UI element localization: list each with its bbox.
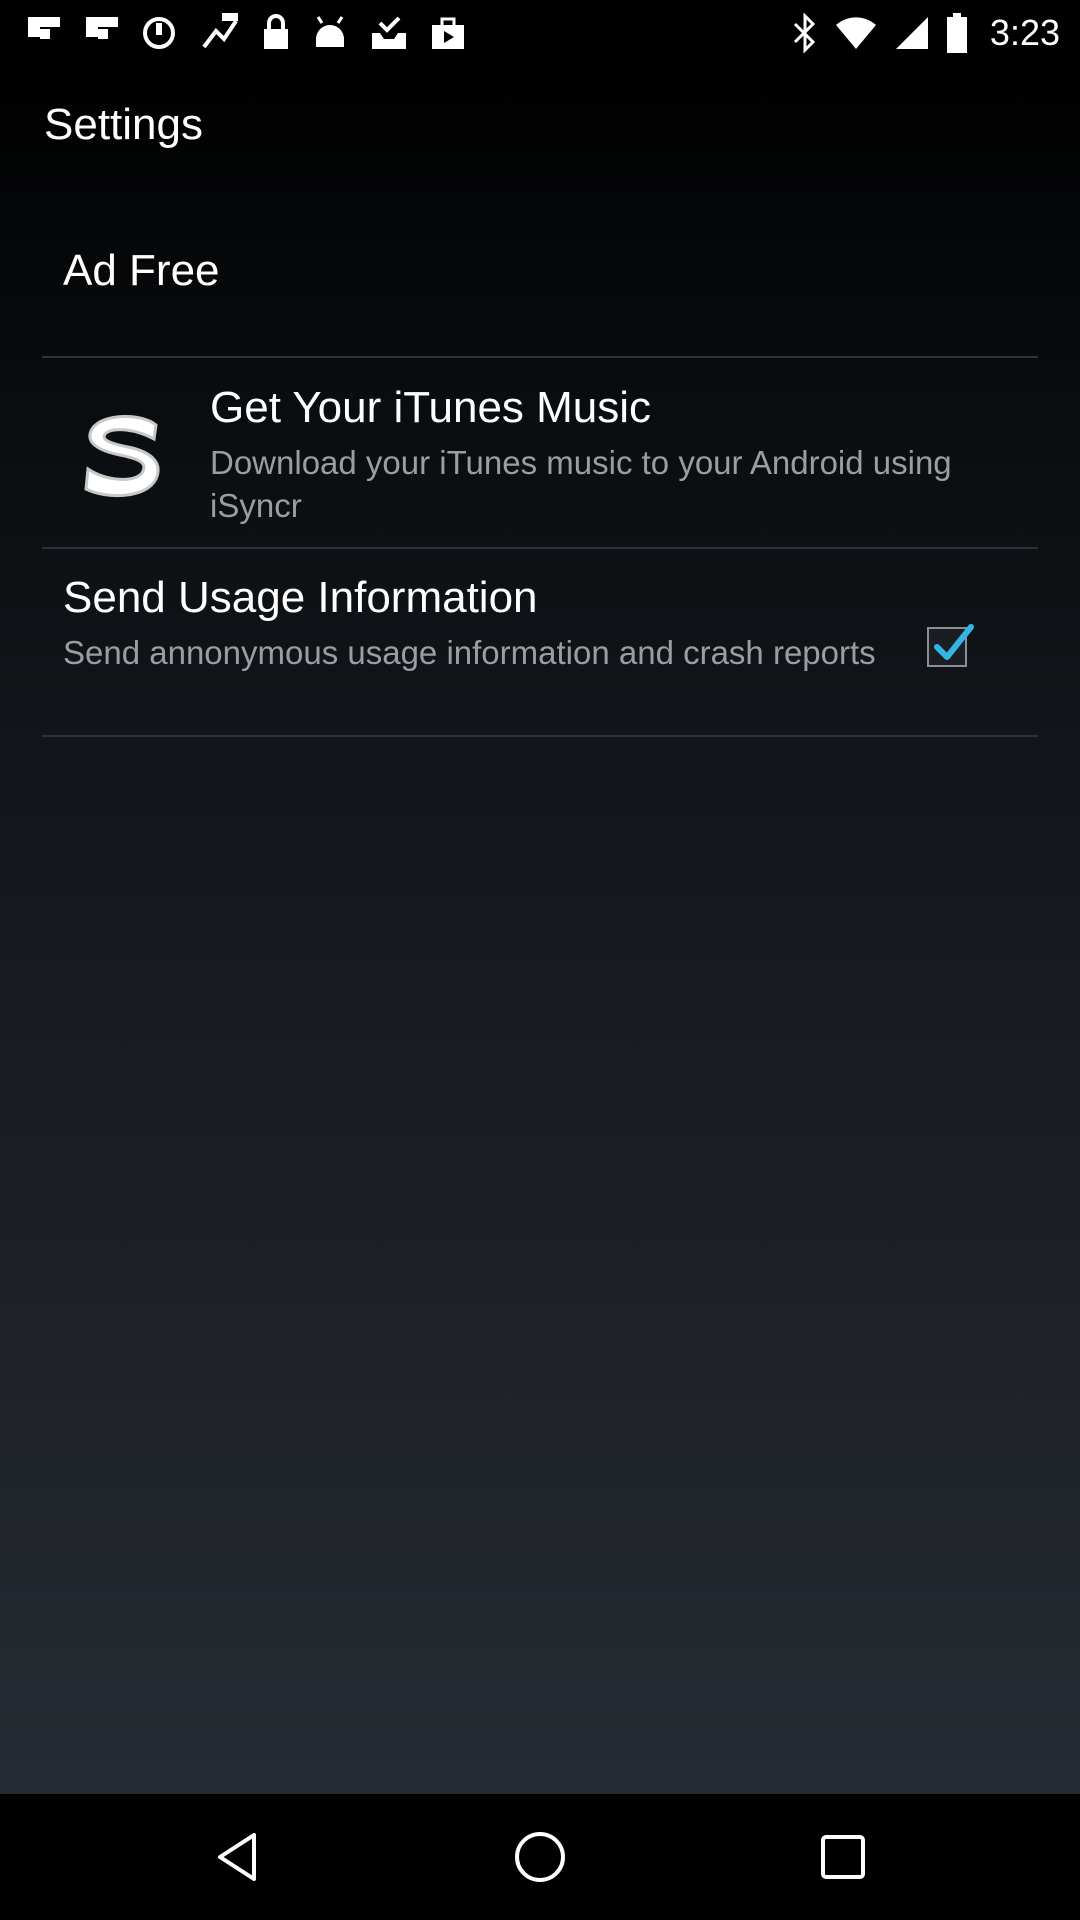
ad-free-item[interactable]: Ad Free	[63, 246, 220, 296]
divider	[42, 356, 1038, 358]
usage-checkbox[interactable]	[927, 624, 974, 667]
notification-icons	[24, 12, 468, 54]
home-button[interactable]	[505, 1824, 575, 1890]
navigation-bar	[0, 1794, 1080, 1920]
recents-button[interactable]	[808, 1824, 878, 1890]
status-bar: 3:23	[0, 0, 1080, 66]
isyncr-logo-icon	[72, 403, 172, 503]
shopping-bag-icon	[428, 13, 468, 53]
sync-icon	[140, 14, 178, 52]
fake-gps-icon	[196, 11, 242, 55]
inbox-check-icon	[368, 13, 410, 53]
wifi-icon	[834, 15, 878, 51]
signal-icon	[894, 15, 930, 51]
lock-icon	[260, 13, 292, 53]
itunes-subtitle: Download your iTunes music to your Andro…	[210, 444, 952, 524]
divider	[42, 735, 1038, 737]
usage-subtitle: Send annonymous usage information and cr…	[63, 634, 876, 671]
system-icons: 3:23	[792, 10, 1060, 56]
itunes-music-item[interactable]: Get Your iTunes Music Download your iTun…	[42, 359, 1038, 547]
flipboard-icon	[82, 13, 122, 53]
recents-icon	[821, 1835, 865, 1879]
back-button[interactable]	[203, 1824, 273, 1890]
page-title: Settings	[44, 100, 203, 149]
screen: 3:23 Settings Ad Free Get Your iTunes Mu…	[0, 0, 1080, 1920]
android-icon	[310, 15, 350, 51]
usage-title: Send Usage Information	[63, 573, 538, 622]
back-icon	[218, 1833, 256, 1881]
bluetooth-icon	[792, 12, 818, 54]
status-clock: 3:23	[989, 12, 1060, 53]
check-icon	[934, 624, 974, 660]
settings-screen: Settings Ad Free Get Your iTunes Music D…	[0, 66, 1080, 1794]
send-usage-item[interactable]: Send Usage Information Send annonymous u…	[42, 549, 1038, 737]
home-icon	[515, 1832, 565, 1882]
battery-icon	[946, 13, 968, 53]
itunes-title: Get Your iTunes Music	[210, 383, 652, 432]
flipboard-icon	[24, 13, 64, 53]
